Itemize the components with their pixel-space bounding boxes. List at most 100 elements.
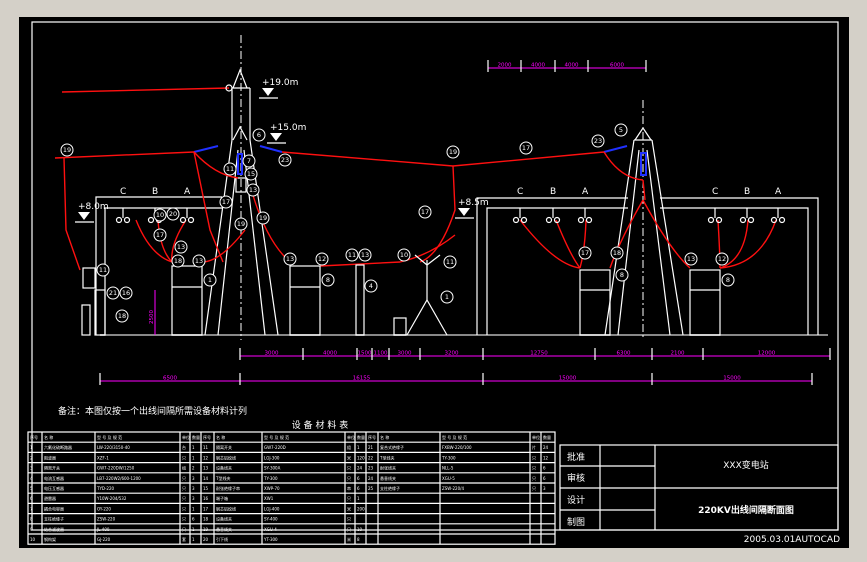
callout-number: 1 (445, 293, 449, 301)
callout-12: 12 (315, 252, 329, 266)
table-cell: 24 (357, 466, 363, 471)
dimension-label: 3000 (398, 351, 412, 357)
callout-number: 23 (281, 156, 289, 164)
callout-number: 11 (348, 251, 356, 259)
table-cell: 只 (532, 476, 536, 481)
callout-number: 11 (226, 165, 234, 173)
callout-number: 11 (446, 258, 454, 266)
cad-drawing-canvas[interactable]: C B A C B A C B A +19.0m +15.0m +8.0m +8.5m 2500 20… (0, 0, 867, 562)
table-header: 名 称 (216, 434, 225, 440)
callout-number: 20 (169, 210, 177, 218)
callout-12: 12 (715, 252, 729, 266)
callout-18: 18 (115, 309, 129, 323)
table-cell: 只 (347, 476, 351, 481)
approve-label: 批准 (567, 451, 585, 463)
dimension-label: 2100 (671, 351, 685, 357)
callout-number: 18 (613, 249, 621, 257)
callout-11: 11 (96, 263, 110, 277)
callout-number: 23 (594, 137, 602, 145)
table-cell: Y10W-204/532 (96, 496, 127, 501)
table-header: 数量 (543, 434, 551, 440)
table-cell: 10 (357, 527, 363, 532)
callout-20: 20 (166, 207, 180, 221)
callout-4: 4 (364, 279, 378, 293)
table-cell: 只 (532, 486, 536, 491)
table-cell: 24 (368, 476, 374, 481)
callout-number: 21 (109, 289, 117, 297)
callout-1: 1 (203, 273, 217, 287)
dimension-label: 1500 (358, 351, 372, 357)
callout-16: 16 (119, 286, 133, 300)
table-header: 序号 (203, 434, 211, 440)
callout-number: 13 (195, 257, 203, 265)
table-cell: 悬垂线夹 (380, 475, 396, 481)
table-cell: 只 (182, 527, 186, 532)
table-cell: ZSW-220 (97, 517, 116, 522)
callout-11: 11 (223, 162, 237, 176)
table-cell: 端子箱 (216, 495, 228, 501)
table-cell: 只 (182, 455, 186, 460)
callout-7: 7 (242, 154, 256, 168)
callout-19: 19 (446, 145, 460, 159)
callout-number: 6 (257, 131, 261, 139)
table-cell: 电压互感器 (44, 485, 64, 491)
table-cell: XW1 (264, 496, 274, 501)
table-cell: 支柱绝缘子 (380, 485, 400, 491)
table-header: 型 号 及 规 范 (264, 434, 289, 440)
table-cell: 10 (30, 537, 36, 542)
table-cell: 隔离开关 (44, 465, 60, 471)
callout-5: 5 (614, 123, 628, 137)
callout-number: 8 (326, 276, 330, 284)
callout-13: 13 (174, 240, 188, 254)
table-cell: 20 (203, 537, 209, 542)
callout-number: 12 (318, 255, 326, 263)
phase-label: B (744, 187, 750, 197)
table-cell: TY-300 (441, 455, 456, 460)
callout-17: 17 (219, 195, 233, 209)
dimension-label: 15000 (559, 376, 577, 382)
dimension-label: 4000 (531, 63, 545, 69)
table-cell: SY-300A (264, 466, 281, 471)
dimension-label: 16155 (353, 376, 371, 382)
callout-23: 23 (278, 153, 292, 167)
table-cell: 只 (182, 476, 186, 481)
callout-number: 19 (449, 148, 457, 156)
table-cell: 耐张绝缘子串 (216, 485, 240, 491)
status-text: 2005.03.01AUTOCAD (744, 535, 840, 545)
callout-8: 8 (321, 273, 335, 287)
table-cell: T型线夹 (379, 454, 394, 460)
dimension-label: 1100 (374, 351, 388, 357)
callout-18: 18 (610, 246, 624, 260)
table-cell: 只 (347, 517, 351, 522)
callout-number: 5 (619, 126, 623, 134)
review-label: 审核 (567, 472, 585, 484)
table-cell: 引下线 (216, 536, 228, 542)
callout-number: 13 (361, 251, 369, 259)
table-cell: 12 (543, 455, 549, 460)
station-name: XXX变电站 (723, 459, 769, 471)
height-dimension: 2500 (149, 310, 155, 324)
table-cell: 耐张线夹 (380, 465, 396, 471)
callout-13: 13 (358, 248, 372, 262)
dimension-label: 6300 (617, 351, 631, 357)
table-cell: 14 (203, 476, 209, 481)
table-cell: 隔离开关 (216, 444, 232, 450)
table-cell: 组 (347, 444, 351, 450)
callout-number: 19 (259, 214, 267, 222)
callout-13: 13 (192, 254, 206, 268)
table-cell: LGJ-300 (264, 455, 280, 460)
table-cell: 24 (543, 445, 549, 450)
table-cell: 只 (347, 496, 351, 501)
table-cell: 只 (182, 517, 186, 522)
table-cell: T型线夹 (215, 475, 230, 481)
dimension-label: 3000 (265, 351, 279, 357)
callout-number: 10 (400, 251, 408, 259)
table-cell: 25 (368, 486, 374, 491)
callout-13: 13 (283, 252, 297, 266)
callout-number: 13 (177, 243, 185, 251)
dimension-label: 3200 (445, 351, 459, 357)
callout-number: 17 (156, 231, 164, 239)
callout-number: 16 (122, 289, 130, 297)
callout-10: 10 (397, 248, 411, 262)
table-cell: 台 (182, 444, 186, 450)
